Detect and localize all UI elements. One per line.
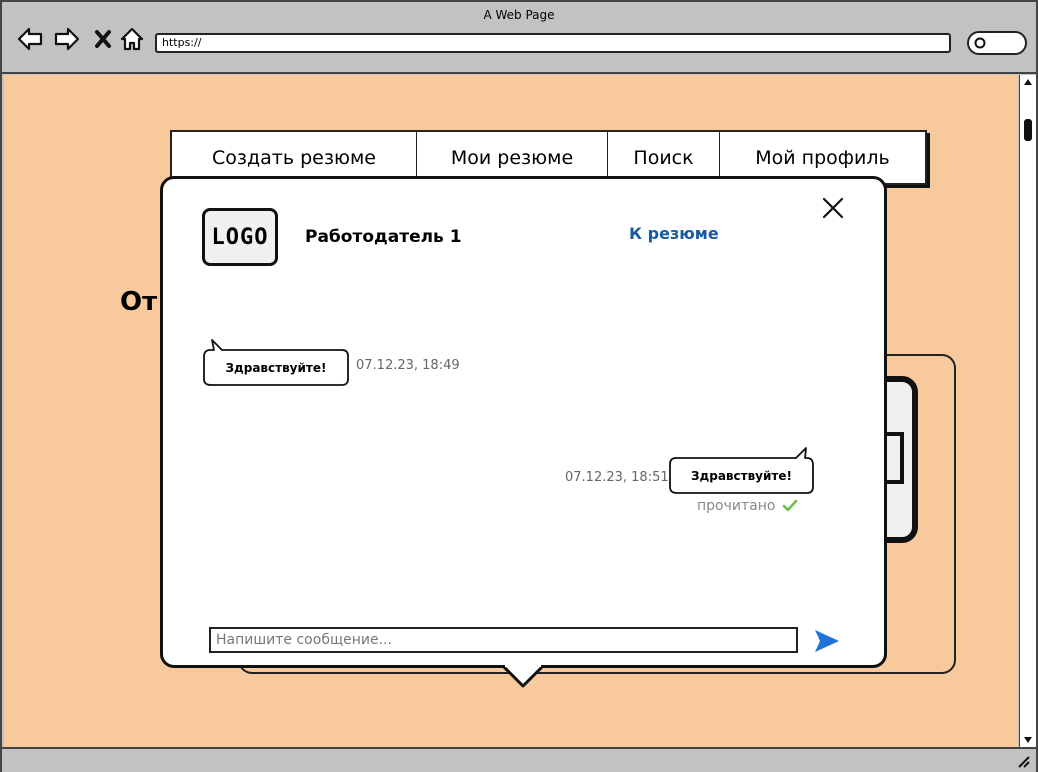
address-bar[interactable]: https:// xyxy=(155,33,951,53)
vertical-scrollbar[interactable] xyxy=(1019,75,1036,747)
read-status: прочитано xyxy=(697,498,776,514)
background-heading: От xyxy=(120,287,158,317)
scroll-thumb[interactable] xyxy=(1024,119,1032,141)
employer-logo: LOGO xyxy=(202,208,278,266)
search-icon xyxy=(974,37,986,49)
window-title: A Web Page xyxy=(483,8,555,22)
send-icon[interactable] xyxy=(813,627,841,655)
checkmark-icon xyxy=(782,499,798,512)
message-input[interactable] xyxy=(209,627,798,653)
popup-pointer xyxy=(503,664,543,688)
outgoing-message-timestamp: 07.12.23, 18:51 xyxy=(565,470,669,485)
chat-popup: LOGO Работодатель 1 К резюме Здравствуйт… xyxy=(160,176,887,668)
employer-name: Работодатель 1 xyxy=(305,227,462,247)
browser-search-box[interactable] xyxy=(967,31,1027,55)
back-icon[interactable] xyxy=(16,26,44,52)
address-bar-text: https:// xyxy=(162,36,202,49)
incoming-message-bubble: Здравствуйте! xyxy=(202,339,350,387)
scroll-up-icon[interactable] xyxy=(1023,77,1033,87)
forward-icon[interactable] xyxy=(53,26,81,52)
close-icon[interactable] xyxy=(821,196,845,220)
outgoing-message-bubble: Здравствуйте! xyxy=(667,447,816,495)
resize-grip-icon[interactable] xyxy=(1016,754,1030,768)
to-resume-link[interactable]: К резюме xyxy=(629,224,719,243)
outgoing-message-text: Здравствуйте! xyxy=(691,469,792,483)
home-icon[interactable] xyxy=(118,26,146,52)
browser-titlebar: A Web Page https:// xyxy=(2,2,1036,74)
stop-icon[interactable] xyxy=(90,26,118,52)
scroll-down-icon[interactable] xyxy=(1023,735,1033,745)
browser-statusbar xyxy=(2,747,1036,772)
incoming-message-timestamp: 07.12.23, 18:49 xyxy=(356,358,460,373)
incoming-message-text: Здравствуйте! xyxy=(225,361,327,375)
